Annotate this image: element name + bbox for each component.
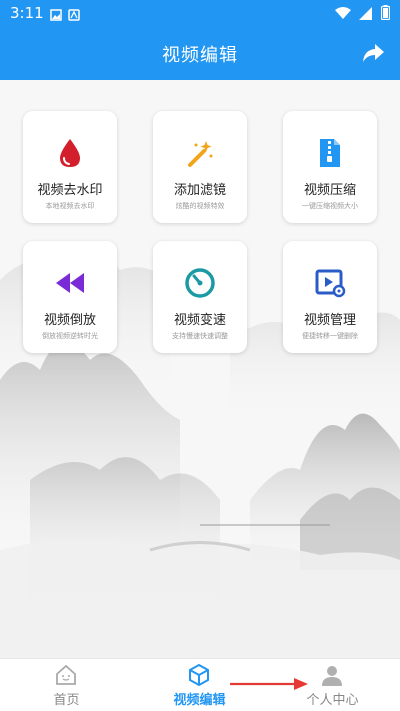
image-notification-icon bbox=[50, 6, 62, 21]
tile-description: 本地视频去水印 bbox=[45, 202, 95, 210]
video-settings-icon bbox=[314, 267, 346, 299]
bottom-tab-bar: 首页 视频编辑 个人中心 bbox=[0, 658, 400, 711]
tile-description: 倒放视频逆转时光 bbox=[42, 332, 98, 340]
share-icon[interactable] bbox=[360, 40, 386, 66]
tile-description: 炫酷的视频特效 bbox=[175, 202, 225, 210]
app-header: 视频编辑 bbox=[0, 26, 400, 80]
battery-icon bbox=[380, 5, 391, 24]
page-title: 视频编辑 bbox=[162, 45, 238, 66]
rewind-icon bbox=[54, 267, 86, 299]
status-bar: 3:11 bbox=[0, 0, 400, 26]
home-icon bbox=[54, 663, 78, 687]
app-notification-icon bbox=[68, 6, 80, 21]
cellular-signal-icon bbox=[359, 5, 373, 24]
wifi-icon bbox=[335, 5, 351, 24]
tile-reverse-video[interactable]: 视频倒放 倒放视频逆转时光 bbox=[23, 241, 117, 353]
tab-home[interactable]: 首页 bbox=[0, 659, 133, 711]
tile-title: 视频压缩 bbox=[303, 183, 356, 198]
tile-description: 支持慢速快速调整 bbox=[172, 332, 228, 340]
tile-title: 视频管理 bbox=[303, 313, 356, 328]
tile-title: 添加滤镜 bbox=[173, 183, 226, 198]
cube-icon bbox=[187, 663, 211, 687]
tile-description: 便捷转移一键删除 bbox=[302, 332, 358, 340]
zip-file-icon bbox=[314, 137, 346, 169]
tile-title: 视频去水印 bbox=[37, 183, 103, 198]
tab-label: 首页 bbox=[53, 693, 80, 708]
tile-title: 视频倒放 bbox=[43, 313, 96, 328]
status-time: 3:11 bbox=[10, 4, 44, 22]
tile-description: 一键压缩视频大小 bbox=[302, 202, 358, 210]
tile-compress-video[interactable]: 视频压缩 一键压缩视频大小 bbox=[283, 111, 377, 223]
tile-manage-videos[interactable]: 视频管理 便捷转移一键删除 bbox=[283, 241, 377, 353]
tile-add-filter[interactable]: 添加滤镜 炫酷的视频特效 bbox=[153, 111, 247, 223]
annotation-arrow bbox=[230, 678, 308, 690]
tile-change-speed[interactable]: 视频变速 支持慢速快速调整 bbox=[153, 241, 247, 353]
tile-title: 视频变速 bbox=[173, 313, 226, 328]
speed-dial-icon bbox=[184, 267, 216, 299]
water-drop-icon bbox=[54, 137, 86, 169]
tile-remove-watermark[interactable]: 视频去水印 本地视频去水印 bbox=[23, 111, 117, 223]
magic-wand-icon bbox=[184, 137, 216, 169]
person-icon bbox=[320, 663, 344, 687]
